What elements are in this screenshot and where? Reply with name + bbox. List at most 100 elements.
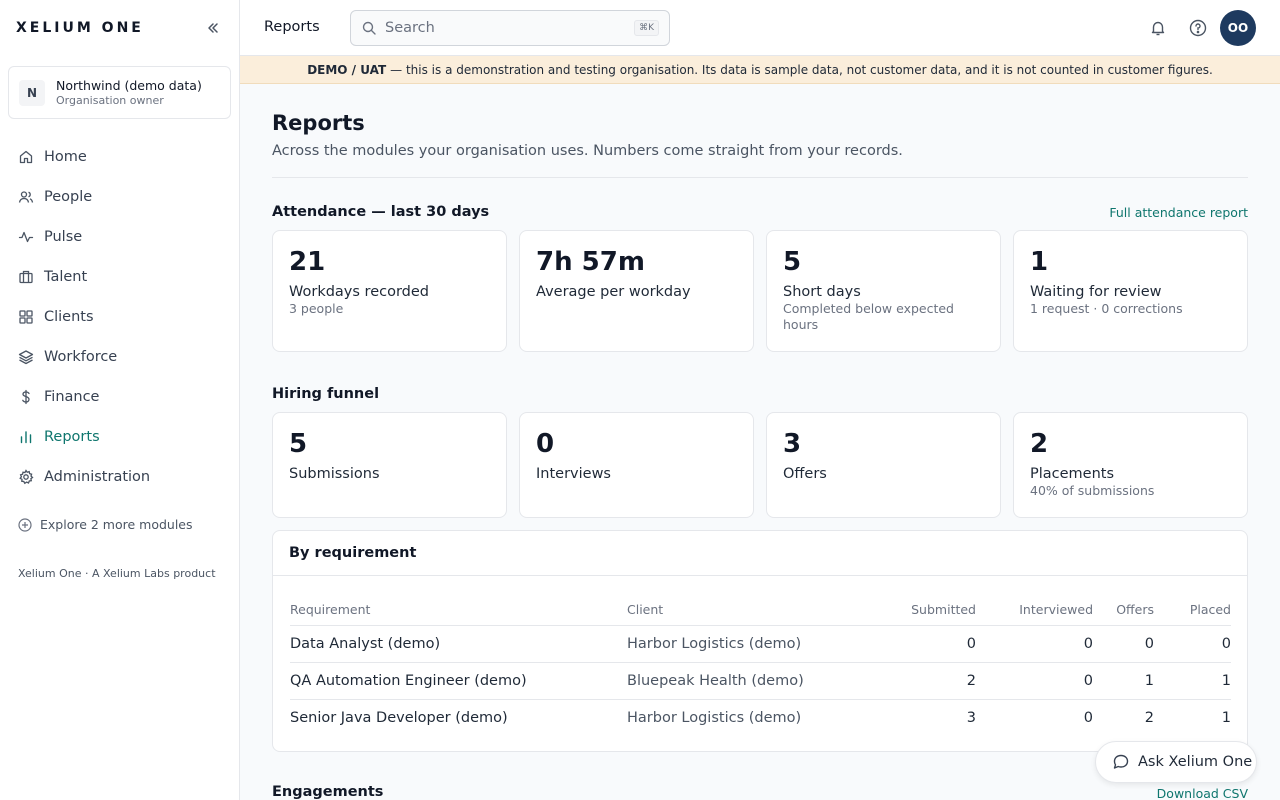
banner-tag: DEMO / UAT [307, 62, 387, 77]
page-title: Reports [272, 111, 365, 135]
nav-label: Talent [44, 269, 88, 285]
interviewed-cell: 0 [976, 625, 1093, 663]
nav-item-talent[interactable]: Talent [8, 257, 231, 297]
stat-value: 21 [289, 247, 326, 277]
nav-item-home[interactable]: Home [8, 137, 231, 177]
stat-label: Workdays recorded [289, 284, 429, 300]
attendance-section-title: Attendance — last 30 days [272, 204, 490, 220]
user-avatar[interactable]: OO [1220, 10, 1256, 46]
stat-label: Submissions [289, 466, 380, 482]
pulse-icon [18, 229, 34, 245]
column-header[interactable]: Submitted [857, 595, 976, 626]
collapse-sidebar-icon[interactable] [203, 18, 223, 38]
table-row[interactable]: Data Analyst (demo) Harbor Logistics (de… [290, 625, 1231, 663]
chat-bubble-icon [1112, 753, 1130, 771]
client-cell: Bluepeak Health (demo) [627, 662, 857, 700]
gear-icon [18, 469, 34, 485]
topbar: Reports Search ⌘K OO [240, 0, 1280, 56]
interviewed-cell: 0 [1083, 709, 1093, 726]
stat-value: 5 [783, 247, 802, 277]
nav-label: People [44, 189, 93, 205]
stat-value: 5 [289, 429, 308, 459]
column-header[interactable]: Interviewed [976, 595, 1093, 626]
demo-banner: DEMO / UAT — this is a demonstration and… [240, 56, 1280, 84]
org-role: Organisation owner [56, 93, 164, 107]
placed-cell: 0 [1154, 625, 1231, 663]
requirements-title: By requirement [273, 531, 1247, 576]
offers-cell: 2 [1144, 709, 1154, 726]
stat-card-review: 1 Waiting for review 1 request · 0 corre… [1013, 230, 1248, 352]
home-icon [18, 149, 34, 165]
org-switcher[interactable]: N Northwind (demo data) Organisation own… [8, 66, 231, 119]
grid-icon [18, 309, 34, 325]
org-name: Northwind (demo data) [56, 77, 202, 93]
explore-modules-link[interactable]: Explore 2 more modules [18, 517, 193, 532]
download-csv-link[interactable]: Download CSV [1157, 786, 1248, 800]
hiring-section-title: Hiring funnel [272, 386, 380, 402]
placed-cell: 1 [1154, 662, 1231, 700]
stat-label: Offers [783, 466, 827, 482]
nav-label: Finance [44, 389, 100, 405]
nav-item-clients[interactable]: Clients [8, 297, 231, 337]
ask-label: Ask Xelium One [1138, 754, 1253, 770]
breadcrumb: Reports [264, 19, 320, 35]
dollar-icon [18, 389, 34, 405]
full-attendance-report-link[interactable]: Full attendance report [1109, 205, 1248, 220]
page-subtitle: Across the modules your organisation use… [272, 143, 903, 159]
stat-label: Average per workday [536, 284, 691, 300]
stat-card-placements: 2 Placements 40% of submissions [1013, 412, 1248, 518]
divider [272, 177, 1248, 178]
nav-label: Reports [44, 429, 100, 445]
nav-item-pulse[interactable]: Pulse [8, 217, 231, 257]
table-header-row: Requirement Client Submitted Interviewed… [290, 595, 1231, 626]
bar-chart-icon [18, 429, 34, 445]
client-cell: Harbor Logistics (demo) [627, 625, 857, 663]
briefcase-icon [18, 269, 34, 285]
footer-note: Xelium One · A Xelium Labs product [18, 567, 216, 580]
nav-item-workforce[interactable]: Workforce [8, 337, 231, 377]
help-icon[interactable] [1188, 18, 1208, 38]
placed-cell: 1 [1221, 709, 1231, 726]
layers-icon [18, 349, 34, 365]
stat-card-submissions: 5 Submissions [272, 412, 507, 518]
nav-item-finance[interactable]: Finance [8, 377, 231, 417]
stat-label: Short days [783, 284, 861, 300]
stat-card-interviews: 0 Interviews [519, 412, 754, 518]
stat-label: Interviews [536, 466, 611, 482]
stat-sub: 1 request · 0 corrections [1030, 301, 1183, 316]
nav-item-reports[interactable]: Reports [8, 417, 231, 457]
ask-assistant-button[interactable]: Ask Xelium One [1095, 741, 1257, 783]
column-header[interactable]: Client [627, 595, 857, 626]
stat-card-offers: 3 Offers [766, 412, 1001, 518]
people-icon [18, 189, 34, 205]
sidebar: XELIUM ONE N Northwind (demo data) Organ… [0, 0, 240, 800]
nav-item-administration[interactable]: Administration [8, 457, 231, 497]
column-header[interactable]: Placed [1154, 595, 1231, 626]
table-row[interactable]: Senior Java Developer (demo) Harbor Logi… [290, 699, 1231, 736]
table-row[interactable]: QA Automation Engineer (demo) Bluepeak H… [290, 662, 1231, 700]
offers-cell: 0 [1093, 625, 1154, 663]
interviewed-cell: 0 [976, 662, 1093, 700]
nav-label: Pulse [44, 229, 83, 245]
main-nav: Home People Pulse Talent Clients Workfor… [8, 137, 231, 497]
stat-sub: 40% of submissions [1030, 483, 1155, 498]
banner-text: — this is a demonstration and testing or… [390, 62, 1213, 77]
stat-value: 1 [1030, 247, 1049, 277]
bell-icon[interactable] [1148, 18, 1168, 38]
stat-sub: Completed below expected hours [783, 301, 954, 332]
nav-item-people[interactable]: People [8, 177, 231, 217]
requirement-cell: Data Analyst (demo) [290, 625, 627, 663]
plus-circle-icon [18, 517, 32, 532]
stat-label: Placements [1030, 466, 1115, 482]
column-header[interactable]: Requirement [290, 595, 627, 626]
nav-label: Workforce [44, 349, 118, 365]
column-header[interactable]: Offers [1093, 595, 1154, 626]
requirement-cell: QA Automation Engineer (demo) [290, 662, 627, 700]
brand-row: XELIUM ONE [0, 0, 239, 56]
requirements-table: Requirement Client Submitted Interviewed… [290, 595, 1231, 736]
search-input[interactable]: Search ⌘K [350, 10, 670, 46]
submitted-cell: 0 [857, 625, 976, 663]
nav-label: Home [44, 149, 87, 165]
requirements-table-card: By requirement Requirement Client Submit… [272, 530, 1248, 752]
stat-card-workdays: 21 Workdays recorded 3 people [272, 230, 507, 352]
